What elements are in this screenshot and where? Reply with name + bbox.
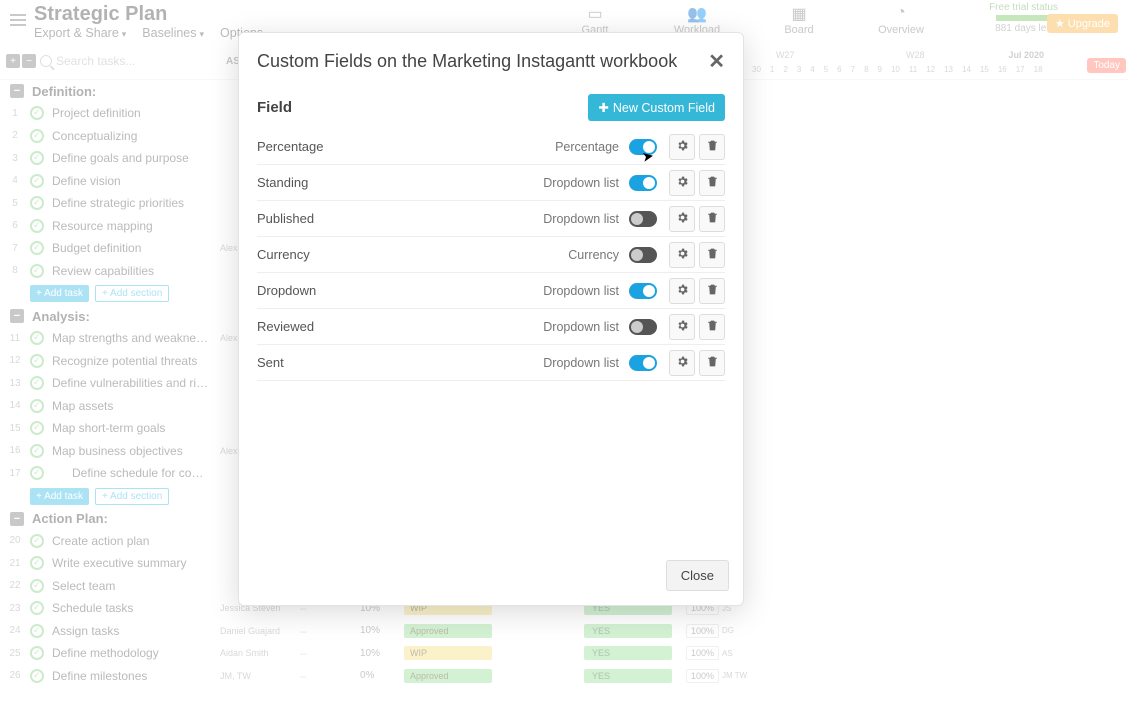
modal-title: Custom Fields on the Marketing Instagant…	[257, 51, 677, 72]
new-custom-field-button[interactable]: ✚ New Custom Field	[588, 94, 725, 121]
field-type: Dropdown list	[543, 176, 619, 190]
trash-icon	[706, 283, 719, 299]
gear-icon	[676, 175, 689, 191]
field-type: Currency	[568, 248, 619, 262]
modal-footer: Close	[239, 550, 743, 605]
field-row: StandingDropdown list	[257, 165, 725, 201]
field-type: Percentage	[555, 140, 619, 154]
field-row: PercentagePercentage	[257, 129, 725, 165]
close-button[interactable]: Close	[666, 560, 729, 591]
field-toggle[interactable]	[629, 355, 657, 371]
field-name: Sent	[257, 355, 543, 370]
field-row: DropdownDropdown list	[257, 273, 725, 309]
field-row: CurrencyCurrency	[257, 237, 725, 273]
field-name: Currency	[257, 247, 568, 262]
field-type: Dropdown list	[543, 320, 619, 334]
gear-icon	[676, 355, 689, 371]
field-delete-button[interactable]	[699, 170, 725, 196]
trash-icon	[706, 319, 719, 335]
field-toggle[interactable]	[629, 247, 657, 263]
field-header-row: Field ✚ New Custom Field	[257, 94, 725, 121]
field-delete-button[interactable]	[699, 206, 725, 232]
field-type: Dropdown list	[543, 212, 619, 226]
field-toggle[interactable]	[629, 175, 657, 191]
field-row: PublishedDropdown list	[257, 201, 725, 237]
field-toggle[interactable]	[629, 319, 657, 335]
field-name: Percentage	[257, 139, 555, 154]
field-type: Dropdown list	[543, 356, 619, 370]
field-settings-button[interactable]	[669, 242, 695, 268]
field-name: Dropdown	[257, 283, 543, 298]
field-settings-button[interactable]	[669, 350, 695, 376]
field-name: Standing	[257, 175, 543, 190]
field-type: Dropdown list	[543, 284, 619, 298]
gear-icon	[676, 211, 689, 227]
field-settings-button[interactable]	[669, 278, 695, 304]
field-delete-button[interactable]	[699, 278, 725, 304]
field-settings-button[interactable]	[669, 170, 695, 196]
field-toggle[interactable]	[629, 211, 657, 227]
gear-icon	[676, 139, 689, 155]
trash-icon	[706, 211, 719, 227]
trash-icon	[706, 139, 719, 155]
field-settings-button[interactable]	[669, 206, 695, 232]
gear-icon	[676, 319, 689, 335]
field-toggle[interactable]	[629, 139, 657, 155]
app-root: Strategic Plan Export & Share Baselines …	[0, 0, 1128, 704]
field-delete-button[interactable]	[699, 350, 725, 376]
field-header-label: Field	[257, 99, 292, 116]
trash-icon	[706, 247, 719, 263]
field-row: SentDropdown list	[257, 345, 725, 381]
gear-icon	[676, 247, 689, 263]
trash-icon	[706, 175, 719, 191]
field-name: Published	[257, 211, 543, 226]
field-delete-button[interactable]	[699, 242, 725, 268]
trash-icon	[706, 355, 719, 371]
field-toggle[interactable]	[629, 283, 657, 299]
field-settings-button[interactable]	[669, 134, 695, 160]
custom-fields-modal: Custom Fields on the Marketing Instagant…	[238, 32, 744, 606]
field-name: Reviewed	[257, 319, 543, 334]
field-settings-button[interactable]	[669, 314, 695, 340]
field-delete-button[interactable]	[699, 134, 725, 160]
modal-close-button[interactable]: ✕	[708, 49, 725, 74]
modal-header: Custom Fields on the Marketing Instagant…	[239, 33, 743, 82]
gear-icon	[676, 283, 689, 299]
modal-body: Field ✚ New Custom Field PercentagePerce…	[239, 82, 743, 550]
field-delete-button[interactable]	[699, 314, 725, 340]
field-row: ReviewedDropdown list	[257, 309, 725, 345]
plus-icon: ✚	[598, 100, 608, 115]
